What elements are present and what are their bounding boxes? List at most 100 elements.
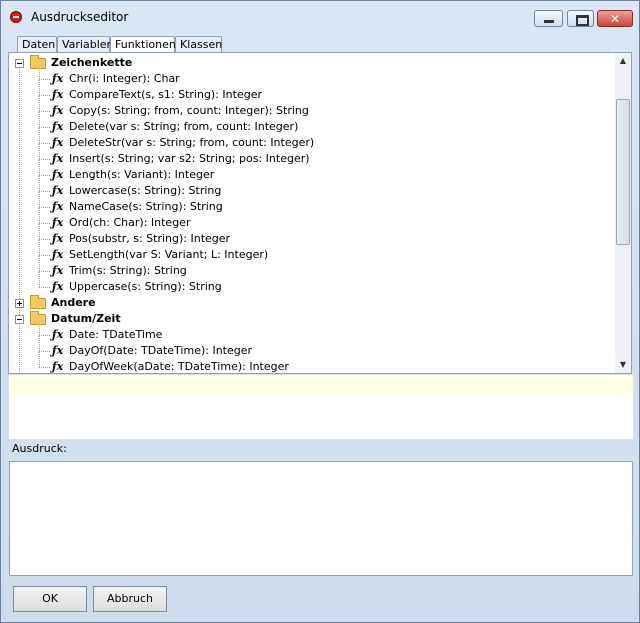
function-icon: ƒx — [52, 344, 64, 357]
tree-connector — [39, 127, 50, 128]
tree-connector — [39, 68, 40, 287]
tree-function-row[interactable]: ƒx Pos(substr, s: String): Integer — [9, 231, 609, 247]
tree-function-row[interactable]: ƒx Uppercase(s: String): String — [9, 279, 609, 295]
tree-function-label: Length(s: Variant): Integer — [69, 168, 215, 181]
tree-function-label: SetLength(var S: Variant; L: Integer) — [69, 248, 269, 261]
function-icon: ƒx — [52, 360, 64, 373]
tree-function-label: CompareText(s, s1: String): Integer — [69, 88, 262, 101]
tree-function-label: Insert(s: String; var s2: String; pos: I… — [69, 152, 310, 165]
expression-editor-window: Ausdruckseditor ✕ Daten Variablen Funkti… — [0, 0, 640, 623]
title-bar[interactable]: Ausdruckseditor ✕ — [1, 1, 639, 31]
maximize-button[interactable] — [567, 10, 594, 27]
tree-function-label: Copy(s: String; from, count: Integer): S… — [69, 104, 309, 117]
tree-connector — [39, 271, 50, 272]
collapse-icon[interactable] — [15, 59, 24, 68]
tree-connector — [39, 143, 50, 144]
tree-connector — [39, 324, 40, 367]
ok-button[interactable]: OK — [13, 586, 87, 612]
tree-function-label: Lowercase(s: String): String — [69, 184, 222, 197]
collapse-icon[interactable] — [15, 315, 24, 324]
tree-function-row[interactable]: ƒx Chr(i: Integer): Char — [9, 71, 609, 87]
tree-category-row[interactable]: Zeichenkette — [9, 55, 609, 71]
folder-icon — [30, 55, 46, 69]
tree-function-label: Uppercase(s: String): String — [69, 280, 222, 293]
function-icon: ƒx — [52, 168, 64, 181]
function-icon: ƒx — [52, 88, 64, 101]
folder-icon — [30, 295, 46, 309]
function-icon: ƒx — [52, 152, 64, 165]
expression-input[interactable] — [9, 461, 633, 576]
stop-sign-icon — [10, 11, 22, 23]
tree-function-row[interactable]: ƒx DayOf(Date: TDateTime): Integer — [9, 343, 609, 359]
tree-category-row[interactable]: Datum/Zeit — [9, 311, 609, 327]
tree-connector — [39, 159, 50, 160]
scroll-down-icon[interactable]: ▼ — [615, 357, 631, 373]
tree-function-row[interactable]: ƒx CompareText(s, s1: String): Integer — [9, 87, 609, 103]
tree-category-label: Andere — [51, 296, 96, 309]
tree-function-row[interactable]: ƒx Delete(var s: String; from, count: Int… — [9, 119, 609, 135]
tree-function-label: DeleteStr(var s: String; from, count: In… — [69, 136, 315, 149]
tree-connector — [39, 335, 50, 336]
tree-function-label: Chr(i: Integer): Char — [69, 72, 180, 85]
function-icon: ƒx — [52, 200, 64, 213]
tree-connector — [39, 287, 50, 288]
tree-function-row[interactable]: ƒx Length(s: Variant): Integer — [9, 167, 609, 183]
tree-function-row[interactable]: ƒx NameCase(s: String): String — [9, 199, 609, 215]
tree-connector — [39, 367, 50, 368]
function-icon: ƒx — [52, 264, 64, 277]
function-icon: ƒx — [52, 216, 64, 229]
function-icon: ƒx — [52, 248, 64, 261]
minimize-button[interactable] — [534, 10, 563, 27]
tree-connector — [39, 191, 50, 192]
tree-connector — [39, 79, 50, 80]
tab-daten[interactable]: Daten — [17, 36, 57, 53]
tree-function-row[interactable]: ƒx Trim(s: String): String — [9, 263, 609, 279]
maximize-icon — [576, 15, 589, 26]
tab-klassen[interactable]: Klassen — [175, 36, 222, 53]
tree-function-row[interactable]: ƒx DayOfWeek(aDate: TDateTime): Integer — [9, 359, 609, 373]
tree-function-row[interactable]: ƒx Insert(s: String; var s2: String; pos:… — [9, 151, 609, 167]
description-area — [9, 393, 633, 439]
function-icon: ƒx — [52, 328, 64, 341]
tree-category-label: Datum/Zeit — [51, 312, 121, 325]
scrollbar-thumb[interactable] — [616, 99, 630, 245]
tree-function-label: NameCase(s: String): String — [69, 200, 223, 213]
tree-connector — [39, 95, 50, 96]
tree-function-label: Ord(ch: Char): Integer — [69, 216, 191, 229]
function-icon: ƒx — [52, 104, 64, 117]
tab-variablen[interactable]: Variablen — [57, 36, 114, 53]
tree-function-row[interactable]: ƒx Copy(s: String; from, count: Integer):… — [9, 103, 609, 119]
tree-function-label: DayOfWeek(aDate: TDateTime): Integer — [69, 360, 289, 373]
function-tree-panel: Zeichenkette ƒx Chr(i: Integer): Char ƒx Com… — [8, 52, 632, 374]
hint-bar — [9, 375, 633, 393]
tree-function-label: Pos(substr, s: String): Integer — [69, 232, 231, 245]
tree-function-row[interactable]: ƒx Date: TDateTime — [9, 327, 609, 343]
function-tree[interactable]: Zeichenkette ƒx Chr(i: Integer): Char ƒx Com… — [9, 53, 615, 373]
function-icon: ƒx — [52, 232, 64, 245]
tree-category-row[interactable]: Andere — [9, 295, 609, 311]
tree-function-row[interactable]: ƒx Ord(ch: Char): Integer — [9, 215, 609, 231]
tree-connector — [39, 111, 50, 112]
tree-function-label: Date: TDateTime — [69, 328, 163, 341]
tree-connector — [39, 351, 50, 352]
scroll-up-icon[interactable]: ▲ — [615, 53, 631, 69]
folder-icon — [30, 311, 46, 325]
function-icon: ƒx — [52, 280, 64, 293]
window-title: Ausdruckseditor — [31, 10, 129, 24]
tree-function-row[interactable]: ƒx Lowercase(s: String): String — [9, 183, 609, 199]
function-icon: ƒx — [52, 136, 64, 149]
function-icon: ƒx — [52, 72, 64, 85]
tree-function-row[interactable]: ƒx SetLength(var S: Variant; L: Integer) — [9, 247, 609, 263]
tree-function-label: Trim(s: String): String — [69, 264, 187, 277]
tree-category-label: Zeichenkette — [51, 56, 133, 69]
minimize-icon — [544, 20, 554, 23]
close-icon: ✕ — [610, 12, 621, 26]
tree-connector — [39, 207, 50, 208]
function-icon: ƒx — [52, 120, 64, 133]
expression-label: Ausdruck: — [12, 442, 67, 455]
cancel-button[interactable]: Abbruch — [93, 586, 167, 612]
expand-icon[interactable] — [15, 299, 24, 308]
vertical-scrollbar[interactable]: ▲ ▼ — [615, 53, 631, 373]
close-button[interactable]: ✕ — [597, 10, 633, 27]
tree-function-row[interactable]: ƒx DeleteStr(var s: String; from, count: … — [9, 135, 609, 151]
